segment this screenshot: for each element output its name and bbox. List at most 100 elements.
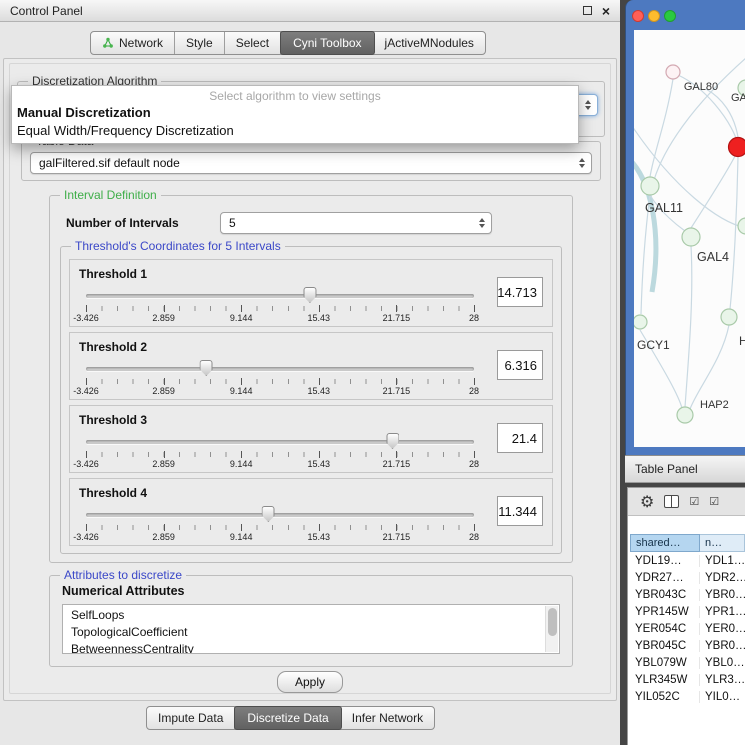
threshold-row: Threshold 3 21.4 -3.4262.8599.14415.4321… [69,405,553,473]
network-nodes[interactable] [634,65,745,423]
slider-track[interactable] [86,513,474,517]
tab-infer-network[interactable]: Infer Network [341,707,434,729]
interval-definition-group: Interval Definition Number of Intervals … [49,195,573,563]
attribute-item[interactable]: SelfLoops [71,607,543,624]
scale-label: 15.43 [308,386,331,396]
table-cell: YDR27… [630,572,700,584]
table-row[interactable]: YDR27… YDR2… [630,569,745,586]
tab-style[interactable]: Style [175,32,225,54]
slider-track[interactable] [86,440,474,444]
list-scrollbar[interactable] [545,606,558,652]
table-row[interactable]: YIL052C YIL0… [630,688,745,705]
combo-stepper-icon [585,100,591,110]
threshold-value-field[interactable]: 11.344 [497,496,543,526]
table-cell: YER054C [630,623,700,635]
column-header-name[interactable]: n… [700,534,745,552]
dropdown-option-manual[interactable]: Manual Discretization [12,104,578,122]
table-row[interactable]: YBR045C YBR0… [630,637,745,654]
threshold-value-field[interactable]: 21.4 [497,423,543,453]
apply-button[interactable]: Apply [277,671,343,693]
table-row[interactable]: YLR345W YLR3… [630,671,745,688]
slider-ticks [86,379,474,384]
network-tab-icon [102,37,114,49]
table-cell: YER0… [700,623,745,635]
scale-label: 2.859 [152,386,175,396]
node-label: H [739,334,745,348]
columns-icon[interactable] [664,495,679,508]
scale-label: 21.715 [383,313,411,323]
close-icon[interactable]: × [602,4,610,18]
table-panel-title: Table Panel [635,462,698,476]
group-title: Threshold's Coordinates for 5 Intervals [71,239,285,254]
tab-network[interactable]: Network [91,32,175,54]
numerical-attributes-list[interactable]: SelfLoopsTopologicalCoefficientBetweenne… [62,604,560,654]
float-window-icon[interactable] [583,6,592,15]
slider-thumb[interactable] [386,433,399,449]
scale-label: 2.859 [152,459,175,469]
tab-label: Impute Data [158,711,223,725]
tab-discretize-data[interactable]: Discretize Data [234,706,341,730]
tab-cyni-toolbox[interactable]: Cyni Toolbox [280,31,374,55]
num-intervals-combo[interactable]: 5 [220,212,492,234]
top-tabstrip: Network Style Select Cyni Toolbox jActiv… [90,31,486,55]
scale-label: 9.144 [230,459,253,469]
slider-thumb[interactable] [262,506,275,522]
table-rows: YDL19… YDL1… YDR27… YDR2… YBR043C YBR0… … [630,552,745,745]
scale-label: 28 [469,459,479,469]
combo-value: 5 [229,216,236,230]
scale-label: 15.43 [308,313,331,323]
table-row[interactable]: YER054C YER0… [630,620,745,637]
tab-jactivemnodules[interactable]: jActiveMNodules [374,32,485,54]
major-tick [474,451,475,458]
major-tick [241,378,242,385]
slider-ticks [86,452,474,457]
tab-label: jActiveMNodules [385,36,474,50]
tab-label: Infer Network [352,711,423,725]
scale-label: 9.144 [230,532,253,542]
major-tick [86,451,87,458]
table-row[interactable]: YDL19… YDL1… [630,552,745,569]
tab-label: Discretize Data [247,711,328,725]
network-node [641,177,659,195]
table-row[interactable]: YBL079W YBL0… [630,654,745,671]
group-title: Attributes to discretize [60,568,186,583]
slider-track[interactable] [86,367,474,371]
threshold-slider[interactable]: -3.4262.8599.14415.4321.71528 [86,432,474,472]
major-tick [396,524,397,531]
checkbox-icon[interactable]: ☑ [689,495,699,508]
major-tick [86,378,87,385]
table-row[interactable]: YBR043C YBR0… [630,586,745,603]
tab-impute-data[interactable]: Impute Data [147,707,235,729]
major-tick [241,305,242,312]
attribute-item[interactable]: TopologicalCoefficient [71,624,543,641]
network-canvas[interactable]: GAL80 GA GAL11 GAL4 GCY1 H HAP2 [634,30,745,447]
minimize-traffic-icon[interactable] [648,10,660,22]
column-header-shared[interactable]: shared… [630,534,700,552]
control-panel: Control Panel × Network Style Select Cyn… [0,0,620,745]
scrollbar-thumb[interactable] [548,608,557,636]
threshold-slider[interactable]: -3.4262.8599.14415.4321.71528 [86,359,474,399]
major-tick [319,378,320,385]
threshold-value-field[interactable]: 6.316 [497,350,543,380]
tab-label: Style [186,36,213,50]
attribute-item[interactable]: BetweennessCentrality [71,641,543,654]
slider-scale-labels: -3.4262.8599.14415.4321.71528 [86,532,474,544]
threshold-slider[interactable]: -3.4262.8599.14415.4321.71528 [86,286,474,326]
gear-icon[interactable]: ⚙ [640,494,654,510]
dropdown-option-equal-width[interactable]: Equal Width/Frequency Discretization [12,122,578,140]
threshold-value-field[interactable]: 14.713 [497,277,543,307]
slider-thumb[interactable] [200,360,213,376]
table-row[interactable]: YPR145W YPR1… [630,603,745,620]
table-data-combo[interactable]: galFiltered.sif default node [30,152,592,174]
slider-track[interactable] [86,294,474,298]
network-node [682,228,700,246]
tab-select[interactable]: Select [225,32,281,54]
checkbox-icon[interactable]: ☑ [709,495,719,508]
slider-thumb[interactable] [303,287,316,303]
threshold-slider[interactable]: -3.4262.8599.14415.4321.71528 [86,505,474,545]
scale-label: -3.426 [73,532,99,542]
close-traffic-icon[interactable] [632,10,644,22]
tab-label: Network [119,36,163,50]
zoom-traffic-icon[interactable] [664,10,676,22]
threshold-label: Threshold 1 [79,267,147,281]
